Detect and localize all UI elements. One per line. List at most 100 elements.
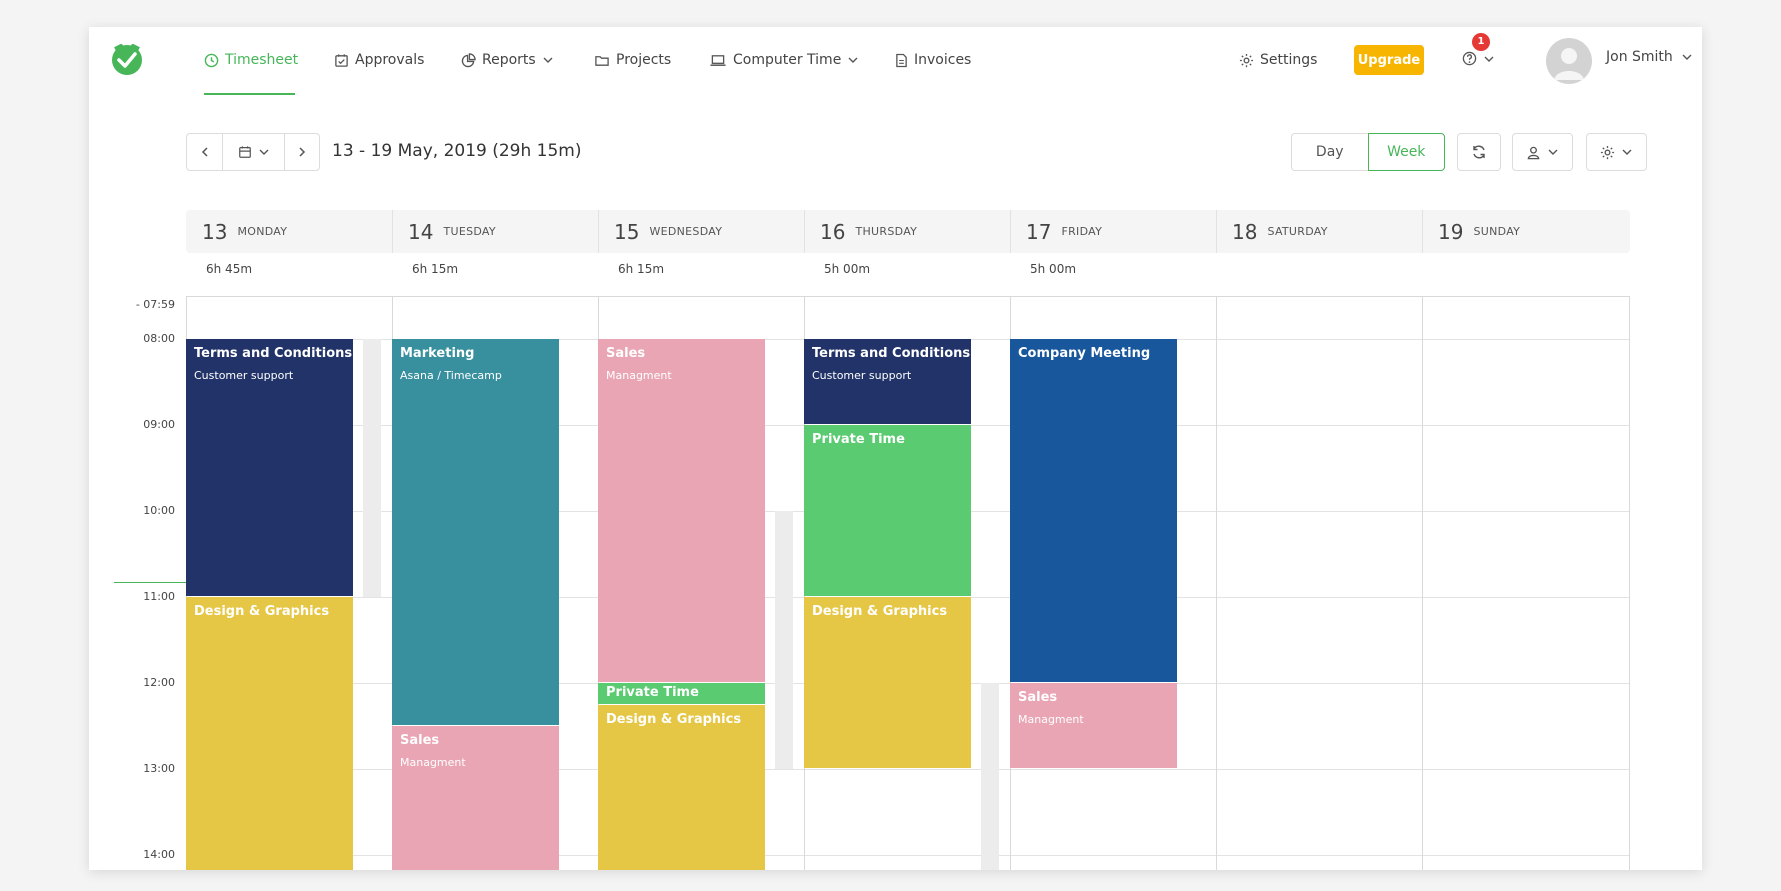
entry-title: Terms and Conditions [194,346,353,361]
entry-title: Design & Graphics [812,604,948,619]
entry-subtitle: Managment [1018,713,1084,726]
nav-computer-time[interactable]: Computer Time [709,49,859,71]
chevron-left-icon [201,147,208,157]
untracked-gap-bar [363,339,381,597]
date-range-label: 13 - 19 May, 2019 (29h 15m) [332,141,582,161]
chevron-down-icon [1548,149,1558,155]
entry-subtitle: Managment [606,369,672,382]
settings-link[interactable]: Settings [1239,49,1317,71]
day-header-monday[interactable]: 13 MONDAY [186,210,287,253]
day-header-friday[interactable]: 17 FRIDAY [1010,210,1102,253]
current-time-indicator [114,582,186,583]
day-divider [1422,210,1423,253]
entry-title: Private Time [606,685,699,700]
entry-title: Sales [606,346,646,361]
notification-badge: 1 [1472,33,1490,51]
app-window: Timesheet Approvals Reports Projects Com… [89,27,1702,870]
entry-subtitle: Asana / Timecamp [400,369,502,382]
untracked-gap-bar [775,511,793,769]
day-name: WEDNESDAY [649,225,723,238]
day-header-saturday[interactable]: 18 SATURDAY [1216,210,1328,253]
view-settings-button[interactable] [1586,133,1647,171]
next-week-button[interactable] [285,134,319,170]
gear-icon [1239,53,1254,67]
view-toggle: Day Week [1291,133,1445,171]
timecamp-logo[interactable] [109,41,145,77]
day-name: TUESDAY [443,225,496,238]
time-label: 09:00 [143,418,175,431]
help-menu[interactable] [1462,51,1495,66]
avatar[interactable] [1546,38,1592,84]
time-entry[interactable]: Company Meeting [1010,339,1177,682]
day-header-tuesday[interactable]: 14 TUESDAY [392,210,496,253]
day-view-button[interactable]: Day [1291,133,1368,171]
nav-approvals[interactable]: Approvals [334,49,424,71]
chevron-right-icon [299,147,306,157]
day-name: THURSDAY [855,225,918,238]
previous-week-button[interactable] [187,134,223,170]
nav-invoices[interactable]: Invoices [895,49,971,71]
day-header-sunday[interactable]: 19 SUNDAY [1422,210,1520,253]
time-label: 10:00 [143,504,175,517]
day-divider [1216,210,1217,253]
time-entry[interactable]: Marketing Asana / Timecamp [392,339,559,725]
user-filter-button[interactable] [1512,133,1573,171]
nav-reports[interactable]: Reports [461,49,554,71]
entry-title: Private Time [812,432,905,447]
settings-label: Settings [1260,52,1318,68]
upgrade-button[interactable]: Upgrade [1354,45,1424,75]
time-entry[interactable]: Design & Graphics [804,597,971,768]
time-entry[interactable]: Design & Graphics [598,704,765,870]
day-number: 17 [1026,219,1052,244]
day-total: 6h 15m [412,262,459,276]
document-icon [896,53,907,67]
entry-title: Design & Graphics [606,711,742,727]
entry-subtitle: Customer support [812,369,912,382]
day-column-line [1629,297,1630,870]
time-label: 14:00 [143,848,175,861]
day-total: 6h 45m [206,262,253,276]
chevron-down-icon [1484,56,1494,62]
user-menu[interactable]: Jon Smith [1606,49,1693,65]
day-name: SATURDAY [1267,225,1328,238]
time-entry[interactable]: Terms and Conditions Customer support [804,339,971,424]
time-entry[interactable]: Sales Managment [598,339,765,682]
untracked-gap-bar [981,683,999,870]
date-navigator [186,133,320,171]
question-circle-icon [1462,51,1477,66]
chevron-down-icon [259,149,268,155]
entry-title: Company Meeting [1018,346,1151,361]
refresh-icon [1473,145,1485,159]
user-name: Jon Smith [1606,49,1673,65]
time-entry[interactable]: Private Time [598,683,765,704]
active-tab-indicator [204,93,295,95]
entry-subtitle: Managment [400,756,466,769]
day-column-line [1216,297,1217,870]
time-entry[interactable]: Sales Managment [1010,683,1177,768]
folder-icon [595,55,609,66]
nav-projects[interactable]: Projects [594,49,671,71]
time-entry[interactable]: Terms and Conditions Customer support [186,339,353,596]
time-entry[interactable]: Sales Managment [392,726,559,870]
nav-reports-label: Reports [482,52,536,68]
chevron-down-icon [1622,149,1632,155]
gear-icon [1600,145,1615,159]
top-navigation: Timesheet Approvals Reports Projects Com… [89,27,1702,95]
week-time-grid[interactable]: Terms and Conditions Customer support De… [186,296,1630,870]
time-label: 12:00 [143,676,175,689]
day-header-thursday[interactable]: 16 THURSDAY [804,210,917,253]
refresh-button[interactable] [1457,133,1501,171]
day-header-wednesday[interactable]: 15 WEDNESDAY [598,210,722,253]
chevron-down-icon [543,57,553,63]
nav-approvals-label: Approvals [355,52,425,68]
date-picker-button[interactable] [223,134,285,170]
nav-invoices-label: Invoices [914,52,972,68]
time-label: 08:00 [143,332,175,345]
nav-projects-label: Projects [616,52,672,68]
week-view-button[interactable]: Week [1367,133,1445,171]
nav-timesheet[interactable]: Timesheet [204,49,298,71]
time-entry[interactable]: Design & Graphics [186,597,353,870]
day-divider [1010,210,1011,253]
day-divider [598,210,599,253]
time-entry[interactable]: Private Time [804,425,971,596]
